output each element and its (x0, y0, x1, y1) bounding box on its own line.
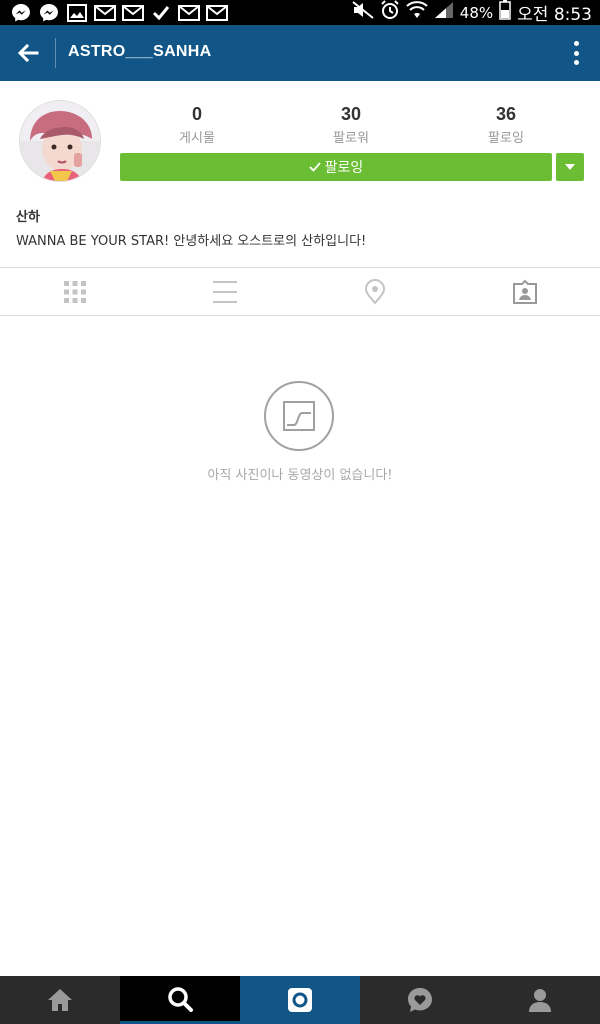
tab-list[interactable] (150, 268, 300, 315)
wifi-icon (406, 1, 428, 24)
back-button[interactable] (12, 37, 44, 69)
profile-photo (20, 101, 100, 181)
bottom-navigation (0, 976, 600, 1024)
check-icon (150, 3, 172, 23)
battery-percent: 48% (459, 3, 494, 22)
follow-options-dropdown[interactable] (556, 153, 584, 181)
notification-icons (10, 2, 228, 23)
empty-state-badge (264, 381, 334, 451)
page-title: ASTRO___SANHA (68, 43, 212, 60)
home-icon (48, 989, 72, 1011)
search-icon (168, 986, 193, 1012)
more-options-button[interactable] (570, 39, 582, 67)
nav-camera[interactable] (240, 976, 360, 1024)
location-pin-icon (364, 278, 386, 305)
more-dot (573, 41, 579, 46)
avatar[interactable] (19, 100, 101, 182)
stat-posts[interactable]: 0 게시물 (137, 104, 257, 146)
activity-heart-icon (408, 988, 432, 1012)
stat-posts-count: 0 (191, 104, 202, 124)
profile-name: 산하 (16, 210, 40, 225)
tagged-photos-icon (513, 279, 537, 304)
nav-home[interactable] (0, 976, 120, 1024)
nav-search[interactable] (120, 976, 240, 1024)
following-button-label: 팔로잉 (324, 160, 364, 176)
app-bar: ASTRO___SANHA (0, 25, 600, 81)
profile-bio: WANNA BE YOUR STAR! 안녕하세요 오스트로의 산하입니다! (16, 234, 367, 249)
mail-icon (206, 3, 228, 23)
nav-activity[interactable] (360, 976, 480, 1024)
profile-icon (529, 989, 551, 1012)
check-icon (309, 162, 321, 172)
messenger-icon (38, 3, 60, 23)
following-button[interactable]: 팔로잉 (120, 153, 552, 181)
tab-grid[interactable] (0, 268, 150, 315)
grid-icon (64, 280, 86, 303)
more-dot (573, 50, 579, 56)
camera-icon (288, 988, 312, 1012)
alarm-icon (380, 0, 400, 25)
signal-icon (434, 1, 454, 24)
stat-posts-label: 게시물 (179, 131, 215, 146)
clock: 오전 8:53 (517, 5, 592, 25)
profile-tabs (0, 267, 600, 316)
empty-state-message: 아직 사진이나 동영상이 없습니다! (207, 468, 393, 483)
caret-down-icon (565, 164, 575, 170)
image-icon (66, 3, 88, 23)
status-bar: 48% 오전 8:53 (0, 0, 600, 25)
mail-icon (178, 3, 200, 23)
mail-icon (94, 3, 116, 23)
tab-location[interactable] (300, 268, 450, 315)
stat-followers[interactable]: 30 팔로워 (291, 104, 411, 146)
battery-icon (499, 0, 511, 25)
list-icon (213, 280, 237, 303)
nav-profile[interactable] (480, 976, 600, 1024)
arrow-left-icon (17, 43, 39, 63)
photo-placeholder-icon (283, 401, 315, 431)
stat-following-count: 36 (495, 104, 517, 124)
stat-following[interactable]: 36 팔로잉 (446, 104, 566, 146)
app-bar-divider (55, 38, 56, 68)
tab-tagged[interactable] (450, 268, 600, 315)
stat-followers-count: 30 (340, 104, 362, 124)
system-status: 48% 오전 8:53 (352, 0, 592, 25)
mute-icon (352, 1, 374, 24)
stat-following-label: 팔로잉 (488, 131, 524, 146)
more-dot (573, 60, 579, 65)
mail-icon (122, 3, 144, 23)
messenger-icon (10, 3, 32, 23)
stat-followers-label: 팔로워 (333, 131, 369, 146)
